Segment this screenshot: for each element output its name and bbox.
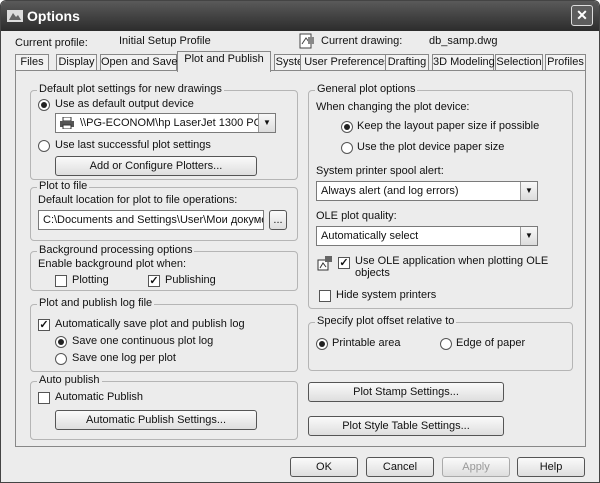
edge-of-paper-label: Edge of paper: [456, 337, 526, 349]
group-title: Plot and publish log file: [37, 297, 155, 309]
hide-system-printers-checkbox[interactable]: [319, 290, 331, 302]
spool-alert-select[interactable]: Always alert (and log errors) ▼: [316, 181, 538, 201]
auto-save-log-checkbox[interactable]: ✓: [38, 319, 50, 331]
plot-offset-group: Specify plot offset relative to Printabl…: [308, 315, 573, 371]
help-button[interactable]: Help: [517, 457, 585, 477]
background-processing-group: Background processing options Enable bac…: [30, 244, 298, 291]
chevron-down-icon: ▼: [520, 182, 537, 200]
title-bar: Options ✕: [1, 1, 599, 31]
tab-3d-modeling[interactable]: 3D Modeling: [432, 54, 495, 71]
printable-area-label: Printable area: [332, 337, 401, 349]
auto-save-log-label: Automatically save plot and publish log: [55, 318, 245, 330]
tab-files[interactable]: Files: [15, 54, 49, 71]
chevron-down-icon: ▼: [520, 227, 537, 245]
ok-button[interactable]: OK: [290, 457, 358, 477]
continuous-log-label: Save one continuous plot log: [72, 335, 214, 347]
group-title: General plot options: [315, 83, 418, 95]
automatic-publish-checkbox[interactable]: [38, 392, 50, 404]
hide-system-printers-label: Hide system printers: [336, 289, 437, 301]
current-drawing-label: Current drawing:: [321, 35, 403, 47]
tab-selection[interactable]: Selection: [495, 54, 543, 71]
printable-area-radio[interactable]: [316, 338, 328, 350]
keep-layout-paper-label: Keep the layout paper size if possible: [357, 120, 540, 132]
use-default-device-radio[interactable]: [38, 99, 50, 111]
ole-icon: [317, 256, 332, 271]
plot-and-publish-page: Default plot settings for new drawings U…: [15, 70, 586, 447]
apply-button[interactable]: Apply: [442, 457, 510, 477]
group-title: Background processing options: [37, 244, 195, 256]
spool-alert-label: System printer spool alert:: [316, 165, 444, 177]
current-profile-label: Current profile:: [15, 37, 88, 49]
use-device-paper-radio[interactable]: [341, 142, 353, 154]
browse-button[interactable]: ...: [269, 210, 287, 230]
use-last-successful-label: Use last successful plot settings: [55, 139, 211, 151]
printer-icon: [60, 117, 74, 129]
current-drawing-value: db_samp.dwg: [429, 35, 498, 47]
tab-display[interactable]: Display: [56, 54, 97, 71]
use-default-device-label: Use as default output device: [55, 98, 194, 110]
close-button[interactable]: ✕: [571, 5, 593, 26]
enable-background-label: Enable background plot when:: [38, 258, 186, 270]
continuous-log-radio[interactable]: [55, 336, 67, 348]
window-title: Options: [27, 8, 80, 24]
current-profile-value: Initial Setup Profile: [119, 35, 211, 47]
output-device-select[interactable]: \\PG-ECONOM\hp LaserJet 1300 PCL 6 ▼: [55, 113, 276, 133]
drawing-icon: [299, 33, 314, 49]
log-per-plot-radio[interactable]: [55, 353, 67, 365]
cancel-button[interactable]: Cancel: [366, 457, 434, 477]
default-location-input[interactable]: C:\Documents and Settings\User\Мои докум…: [38, 210, 264, 230]
publishing-label: Publishing: [165, 274, 216, 286]
tab-drafting[interactable]: Drafting: [385, 54, 429, 71]
keep-layout-paper-radio[interactable]: [341, 121, 353, 133]
plot-style-table-settings-button[interactable]: Plot Style Table Settings...: [308, 416, 504, 436]
tab-open-and-save[interactable]: Open and Save: [100, 54, 177, 71]
tab-plot-and-publish[interactable]: Plot and Publish: [177, 51, 271, 72]
options-dialog: Options ✕ Current profile: Initial Setup…: [0, 0, 600, 483]
app-icon: [7, 10, 23, 22]
plotting-label: Plotting: [72, 274, 109, 286]
ole-quality-select[interactable]: Automatically select ▼: [316, 226, 538, 246]
ole-quality-label: OLE plot quality:: [316, 210, 397, 222]
changing-device-label: When changing the plot device:: [316, 101, 470, 113]
plot-publish-log-group: Plot and publish log file ✓ Automaticall…: [30, 297, 298, 372]
group-title: Auto publish: [37, 374, 102, 386]
group-title: Specify plot offset relative to: [315, 315, 457, 327]
use-ole-application-label: Use OLE application when plotting OLE ob…: [355, 255, 549, 279]
group-title: Plot to file: [37, 180, 90, 192]
tab-user-preferences[interactable]: User Preferences: [300, 54, 394, 71]
auto-publish-group: Auto publish Automatic Publish Automatic…: [30, 374, 298, 440]
automatic-publish-settings-button[interactable]: Automatic Publish Settings...: [55, 410, 257, 430]
default-location-label: Default location for plot to file operat…: [38, 194, 238, 206]
plotting-checkbox[interactable]: [55, 275, 67, 287]
use-last-successful-radio[interactable]: [38, 140, 50, 152]
group-title: Default plot settings for new drawings: [37, 83, 224, 95]
close-icon: ✕: [576, 7, 588, 23]
add-configure-plotters-button[interactable]: Add or Configure Plotters...: [55, 156, 257, 176]
publishing-checkbox[interactable]: ✓: [148, 275, 160, 287]
chevron-down-icon: ▼: [258, 114, 275, 132]
plot-stamp-settings-button[interactable]: Plot Stamp Settings...: [308, 382, 504, 402]
edge-of-paper-radio[interactable]: [440, 338, 452, 350]
output-device-value: \\PG-ECONOM\hp LaserJet 1300 PCL 6: [80, 117, 276, 129]
use-device-paper-label: Use the plot device paper size: [357, 141, 505, 153]
general-plot-options-group: General plot options When changing the p…: [308, 83, 573, 309]
plot-to-file-group: Plot to file Default location for plot t…: [30, 180, 298, 241]
default-plot-settings-group: Default plot settings for new drawings U…: [30, 83, 298, 180]
log-per-plot-label: Save one log per plot: [72, 352, 176, 364]
automatic-publish-label: Automatic Publish: [55, 391, 144, 403]
tab-profiles[interactable]: Profiles: [545, 54, 586, 71]
use-ole-application-checkbox[interactable]: ✓: [338, 257, 350, 269]
